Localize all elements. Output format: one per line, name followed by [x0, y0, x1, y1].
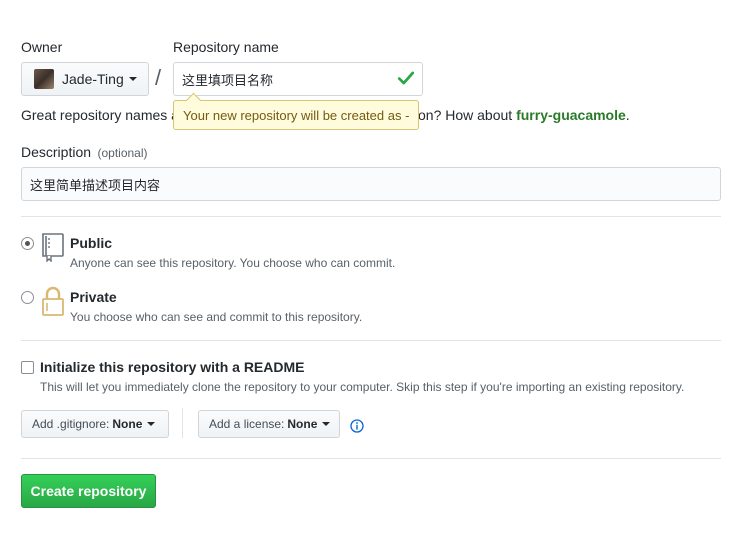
name-hint-suffix: on? How about	[418, 107, 517, 123]
divider	[21, 458, 721, 459]
repo-book-icon	[42, 233, 64, 262]
owner-name: Jade-Ting	[62, 71, 124, 87]
owner-repo-separator: /	[155, 65, 162, 90]
owner-select[interactable]: Jade-Ting	[21, 62, 149, 96]
chevron-down-icon	[322, 422, 331, 426]
divider	[21, 216, 721, 217]
private-title: Private	[70, 289, 117, 305]
gitignore-label: Add .gitignore:	[32, 417, 110, 431]
info-icon[interactable]	[350, 419, 364, 433]
license-select[interactable]: Add a license: None	[198, 410, 340, 438]
owner-label: Owner	[21, 39, 63, 55]
divider	[21, 340, 721, 341]
name-hint-period: .	[625, 107, 630, 123]
gitignore-select[interactable]: Add .gitignore: None	[21, 410, 169, 438]
repo-name-label: Repository name	[173, 39, 279, 55]
chevron-down-icon	[147, 422, 156, 426]
readme-checkbox[interactable]	[21, 361, 34, 374]
private-subtitle: You choose who can see and commit to thi…	[70, 310, 363, 324]
chevron-down-icon	[128, 77, 137, 81]
public-radio[interactable]	[21, 237, 34, 250]
public-title: Public	[70, 235, 113, 251]
lock-icon	[42, 286, 64, 316]
create-repository-button[interactable]: Create repository	[21, 474, 156, 508]
gitignore-value: None	[112, 417, 143, 431]
readme-subtitle: This will let you immediately clone the …	[40, 380, 685, 394]
check-icon	[397, 71, 415, 85]
license-value: None	[287, 417, 318, 431]
name-suggestion-link[interactable]: furry-guacamole	[516, 107, 626, 123]
description-label: Description	[21, 144, 92, 160]
repo-name-input[interactable]	[173, 62, 423, 96]
description-label-row: Description (optional)	[21, 144, 148, 162]
description-input[interactable]	[21, 167, 721, 201]
name-hint-start: Great repository names a	[21, 107, 179, 123]
description-optional: (optional)	[97, 146, 148, 160]
private-radio[interactable]	[21, 291, 34, 304]
license-label: Add a license:	[209, 417, 285, 431]
name-hint-end: on? How about furry-guacamole.	[418, 107, 630, 123]
readme-title: Initialize this repository with a README	[40, 359, 305, 375]
tooltip-text: Your new repository will be created as -	[183, 107, 410, 123]
public-subtitle: Anyone can see this repository. You choo…	[70, 256, 396, 270]
vertical-divider	[182, 408, 183, 438]
avatar	[34, 69, 54, 89]
repo-url-tooltip: Your new repository will be created as -	[173, 100, 420, 130]
